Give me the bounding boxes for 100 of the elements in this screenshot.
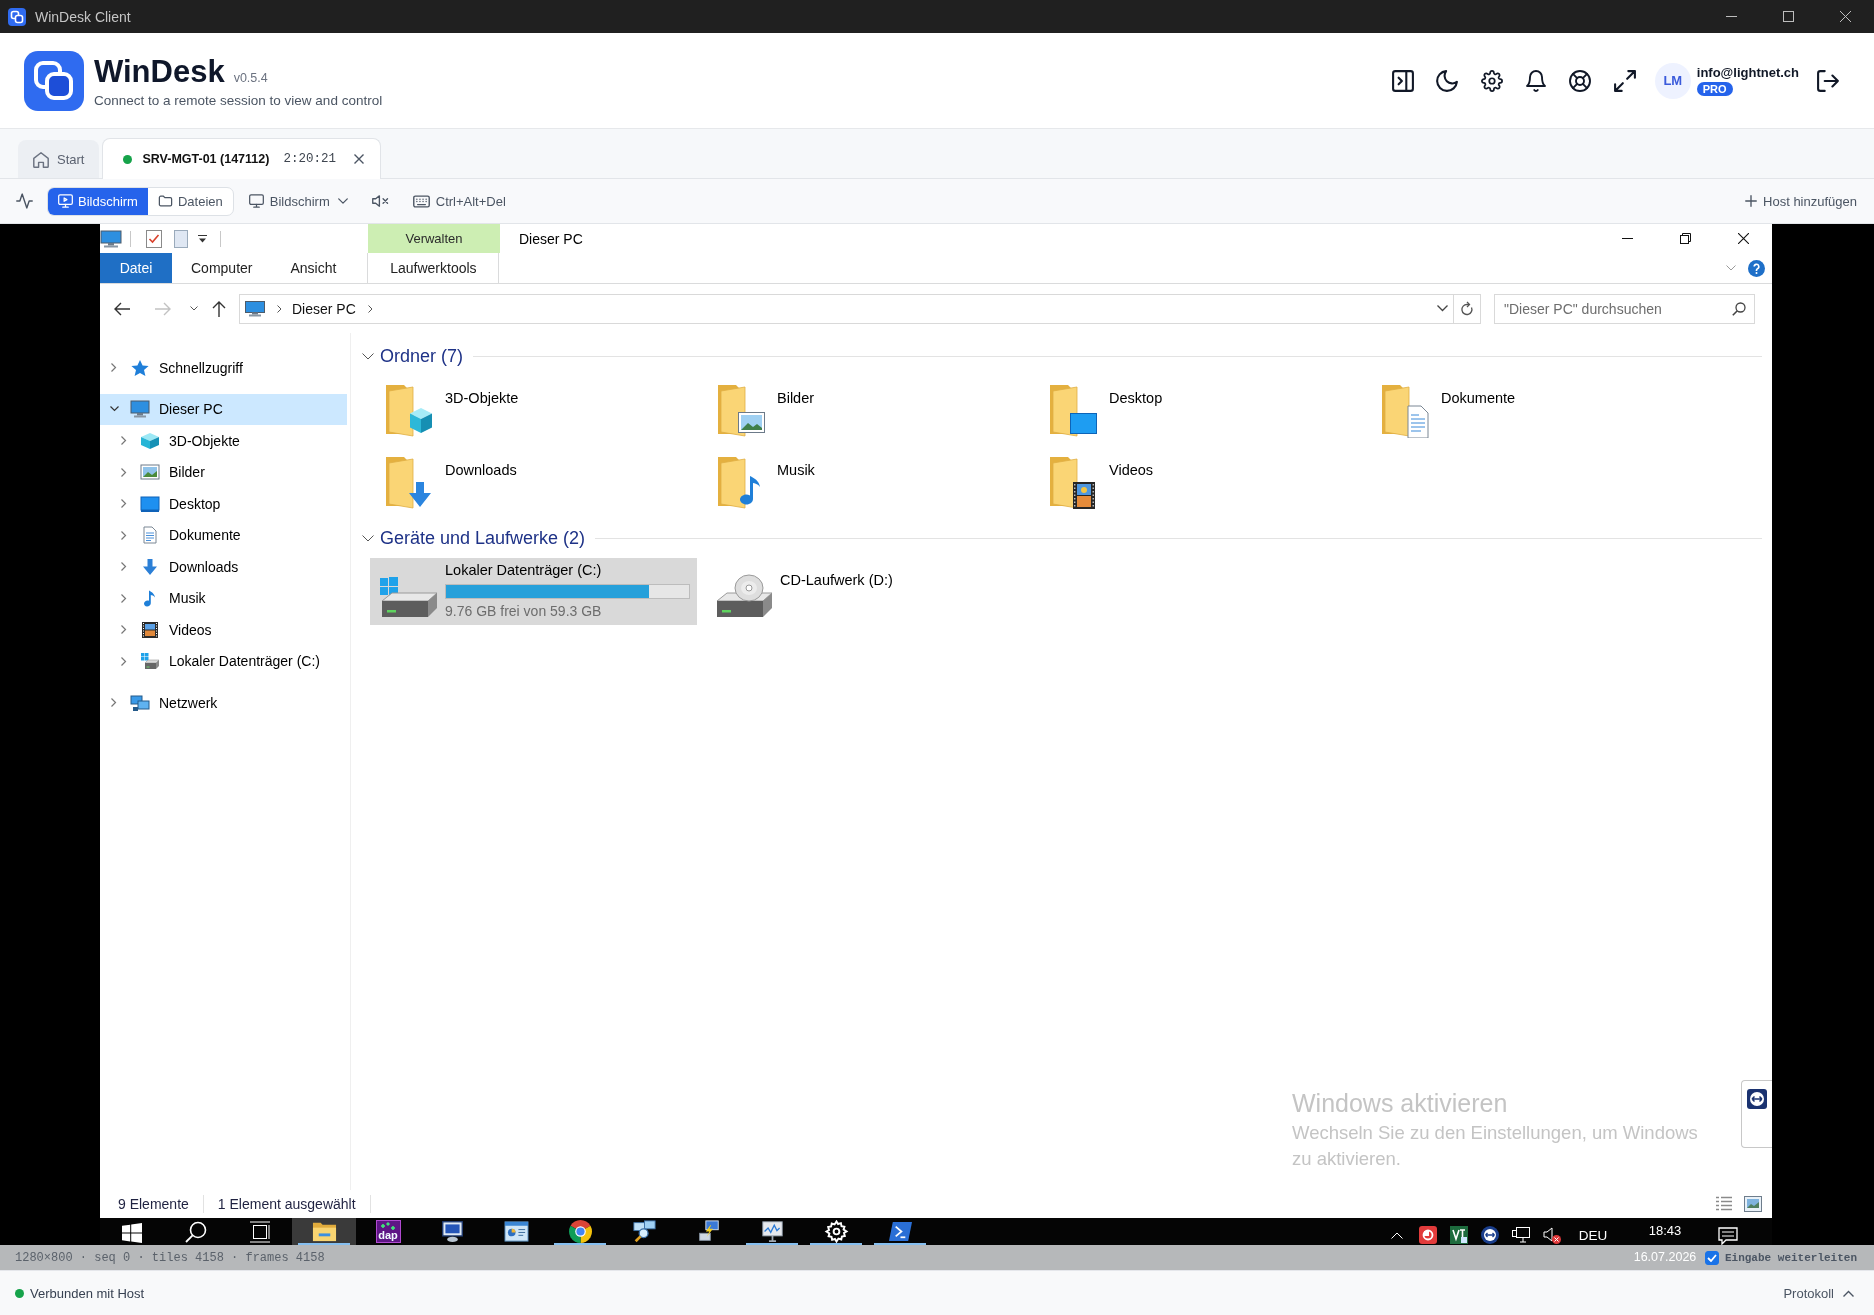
- round-arrows-icon[interactable]: [1481, 1226, 1499, 1244]
- folder-tile[interactable]: Bilder: [717, 382, 821, 440]
- chevron-right-icon[interactable]: [277, 304, 282, 313]
- computer-icon[interactable]: [100, 229, 122, 248]
- up-arrow-icon[interactable]: [212, 300, 226, 317]
- address-bar[interactable]: Dieser PC: [239, 293, 1454, 324]
- nav-item[interactable]: Lokaler Datenträger (C:): [100, 645, 347, 677]
- nav-item[interactable]: Netzwerk: [100, 687, 347, 719]
- section-heading[interactable]: Geräte und Laufwerke (2): [380, 527, 586, 549]
- folder-tile[interactable]: Downloads: [385, 454, 523, 512]
- breadcrumb[interactable]: Dieser PC: [292, 300, 356, 317]
- chevron-right-icon[interactable]: [111, 698, 117, 708]
- speaker-muted-icon[interactable]: [1543, 1226, 1561, 1244]
- ctrl-alt-del-button[interactable]: Ctrl+Alt+Del: [412, 193, 506, 209]
- chevron-down-icon[interactable]: [362, 352, 374, 360]
- drive-tile[interactable]: Lokaler Datenträger (C:) 9.76 GB frei von 59.3 GB: [370, 558, 697, 625]
- view-mode-tab[interactable]: Bildschirm: [48, 187, 148, 215]
- logout-icon[interactable]: [1817, 69, 1839, 92]
- monitor-dropdown[interactable]: Bildschirm: [248, 193, 348, 209]
- tile-app-icon[interactable]: [1450, 1226, 1468, 1244]
- close-icon[interactable]: [1737, 233, 1749, 244]
- speaker-muted-icon[interactable]: [371, 195, 389, 207]
- session-tab[interactable]: SRV-MGT-01 (147112) 2:20:21: [102, 138, 381, 179]
- chevron-right-icon[interactable]: [121, 530, 127, 540]
- chevron-right-icon[interactable]: [121, 467, 127, 477]
- nav-item[interactable]: Dieser PC: [100, 393, 347, 425]
- search-icon[interactable]: [1732, 301, 1746, 316]
- chevron-down-icon[interactable]: [1437, 305, 1448, 312]
- cube-icon: [140, 431, 160, 450]
- view-mode-tab[interactable]: Dateien: [147, 187, 233, 215]
- checked-page-icon[interactable]: [146, 229, 162, 248]
- folder-tile[interactable]: Musik: [717, 454, 821, 512]
- contextual-ribbon-tab[interactable]: Laufwerktools: [367, 253, 500, 283]
- taskbar-button[interactable]: dap: [356, 1218, 420, 1245]
- input-language[interactable]: DEU: [1567, 1228, 1619, 1244]
- add-host-button[interactable]: Host hinzufügen: [1745, 193, 1857, 209]
- folder-tile[interactable]: Videos: [1049, 454, 1160, 512]
- windows-logo-icon[interactable]: [122, 1223, 142, 1243]
- chevron-right-icon[interactable]: [121, 593, 127, 603]
- expand-icon[interactable]: [1613, 69, 1636, 92]
- forward-input-checkbox[interactable]: [1704, 1250, 1719, 1265]
- ribbon-tab[interactable]: Computer: [172, 253, 272, 283]
- stream-stats: 1280×800 · seq 0 · tiles 4158 · frames 4158: [15, 1250, 325, 1265]
- chevron-right-icon[interactable]: [367, 304, 373, 313]
- rounded-square-app-icon[interactable]: [1419, 1226, 1437, 1244]
- minimize-icon[interactable]: [1621, 238, 1633, 239]
- maximize-icon[interactable]: [1783, 11, 1794, 22]
- back-arrow-icon[interactable]: [114, 301, 130, 316]
- help-icon[interactable]: [1748, 259, 1765, 277]
- side-panel-tab[interactable]: [1741, 1080, 1772, 1148]
- network-monitor-icon[interactable]: [1512, 1226, 1530, 1244]
- file-menu-tab[interactable]: Datei: [100, 253, 172, 283]
- section-heading[interactable]: Ordner (7): [380, 345, 464, 367]
- caret-up-icon[interactable]: [1391, 1231, 1403, 1239]
- activity-icon[interactable]: [16, 193, 33, 209]
- recent-caret-icon[interactable]: [190, 306, 198, 311]
- start-tab[interactable]: Start: [18, 140, 100, 178]
- user-avatar[interactable]: LM: [1654, 62, 1691, 99]
- forward-input-label[interactable]: Eingabe weiterleiten: [1724, 1251, 1857, 1264]
- large-icons-view-icon[interactable]: [1744, 1196, 1762, 1212]
- plan-badge: PRO: [1696, 82, 1733, 96]
- notification-icon[interactable]: [1718, 1227, 1738, 1245]
- search-field[interactable]: "Dieser PC" durchsuchen: [1494, 293, 1755, 324]
- chevron-right-icon[interactable]: [111, 363, 117, 373]
- drive-tile[interactable]: CD-Laufwerk (D:): [705, 558, 1032, 625]
- nav-item[interactable]: Bilder: [100, 456, 347, 488]
- chevron-right-icon[interactable]: [121, 499, 127, 509]
- chevron-right-icon[interactable]: [121, 656, 127, 666]
- lifebuoy-icon[interactable]: [1569, 69, 1592, 92]
- settings-icon[interactable]: [1480, 69, 1503, 92]
- log-button[interactable]: Protokoll: [1783, 1285, 1854, 1301]
- close-icon[interactable]: [1840, 11, 1851, 22]
- folder-tile[interactable]: 3D-Objekte: [385, 382, 525, 440]
- details-view-icon[interactable]: [1715, 1196, 1733, 1212]
- nav-item[interactable]: 3D-Objekte: [100, 425, 347, 457]
- taskbar-button[interactable]: [292, 1218, 356, 1245]
- nav-item[interactable]: Dokumente: [100, 519, 347, 551]
- chevron-down-icon[interactable]: [109, 406, 119, 413]
- customize-caret-icon[interactable]: [198, 234, 207, 243]
- close-icon[interactable]: [353, 154, 364, 164]
- nav-item[interactable]: Downloads: [100, 551, 347, 583]
- search-icon[interactable]: [185, 1221, 207, 1243]
- task-view-icon[interactable]: [249, 1221, 271, 1243]
- nav-item[interactable]: Desktop: [100, 488, 347, 520]
- nav-item[interactable]: Videos: [100, 614, 347, 646]
- chevron-right-icon[interactable]: [121, 562, 127, 572]
- restore-icon[interactable]: [1679, 233, 1691, 244]
- moon-icon[interactable]: [1436, 69, 1459, 92]
- chevron-right-icon[interactable]: [121, 436, 127, 446]
- nav-item[interactable]: Musik: [100, 582, 347, 614]
- nav-item[interactable]: Schnellzugriff: [100, 352, 347, 384]
- chevron-right-icon[interactable]: [121, 625, 127, 635]
- bell-icon[interactable]: [1525, 69, 1547, 92]
- folder-tile[interactable]: Desktop: [1049, 382, 1169, 440]
- sidebar-toggle-icon[interactable]: [1391, 69, 1414, 92]
- refresh-button[interactable]: [1454, 293, 1481, 324]
- clock-time[interactable]: 18:43: [1648, 1223, 1682, 1239]
- folder-tile[interactable]: Dokumente: [1381, 382, 1522, 440]
- chevron-down-icon[interactable]: [362, 534, 374, 542]
- ribbon-tab[interactable]: Ansicht: [271, 253, 356, 283]
